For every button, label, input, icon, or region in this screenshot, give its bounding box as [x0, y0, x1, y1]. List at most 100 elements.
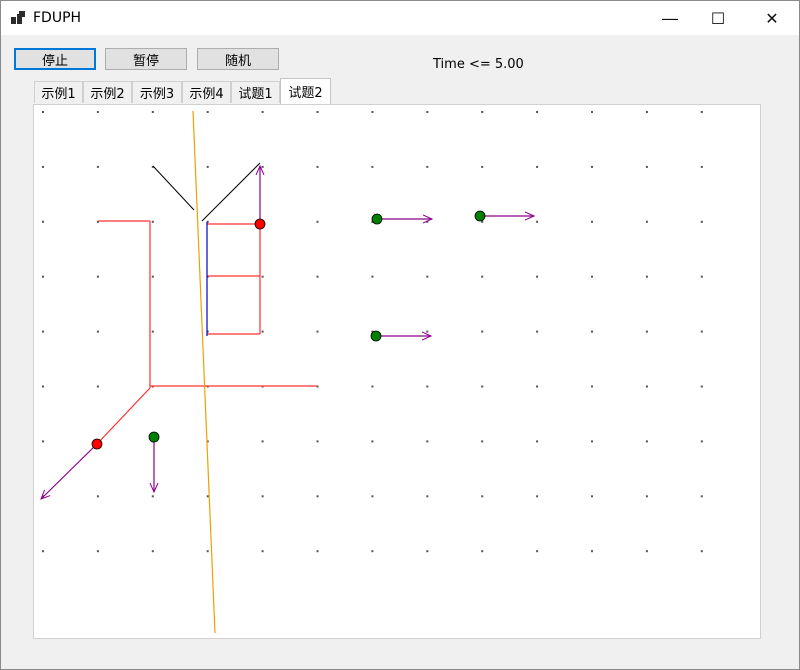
grid-dot [536, 440, 539, 443]
simulation-drawing [34, 110, 703, 634]
maximize-icon[interactable]: ☐ [695, 1, 741, 35]
grid-dot [591, 440, 593, 443]
grid-dot [591, 495, 593, 498]
grid-dot [536, 550, 539, 553]
velocity-vectors [41, 166, 534, 499]
close-icon[interactable]: ✕ [749, 1, 795, 35]
grid-dot [536, 275, 539, 278]
grid-dot [481, 385, 484, 388]
grid-dot [261, 330, 264, 333]
grid-dot [316, 111, 319, 113]
stop-button[interactable]: 停止 [14, 48, 96, 70]
red-ball [91, 438, 103, 450]
grid-dot [316, 220, 319, 223]
green-ball [148, 431, 160, 443]
grid-dot [261, 550, 264, 553]
grid-dot [316, 440, 319, 443]
title-bar: FDUPH ― ☐ ✕ [1, 1, 799, 35]
simulation-canvas[interactable] [33, 104, 761, 639]
grid-dot [700, 330, 703, 333]
grid-dot [536, 330, 539, 333]
grid-dot [371, 385, 374, 388]
grid-dot [96, 385, 99, 388]
green-ball [371, 213, 383, 225]
grid-dot [591, 385, 593, 388]
window-title: FDUPH [33, 10, 82, 26]
grid-dot [700, 385, 703, 388]
app-icon [11, 11, 25, 25]
grid-dot [42, 385, 44, 388]
grid-dot [700, 220, 703, 223]
grid-dot [96, 111, 99, 113]
app-window: FDUPH ― ☐ ✕ 停止 暂停 随机 Time <= 5.00 示例1 示例… [0, 0, 800, 670]
grid-dot [371, 165, 374, 168]
vector-arrow [41, 443, 98, 499]
grid-dot [481, 111, 484, 113]
grid-dot [261, 275, 264, 278]
grid-dot [261, 440, 264, 443]
grid-dot [481, 440, 484, 443]
grid-dot [96, 275, 99, 278]
tab-example-3[interactable]: 示例3 [132, 81, 182, 103]
grid-dot [591, 330, 593, 333]
grid-dot [261, 111, 264, 113]
grid-dot [261, 165, 264, 168]
grid-dot [591, 165, 593, 168]
grid-dot [151, 275, 154, 278]
grid-dot [42, 550, 44, 553]
grid-dot [42, 165, 44, 168]
black-line-left [152, 165, 195, 211]
grid-dot [316, 330, 319, 333]
grid-dot [481, 165, 484, 168]
grid-dot [426, 330, 429, 333]
grid-dot [591, 550, 593, 553]
grid-dot [645, 111, 648, 113]
grid-dot [371, 440, 374, 443]
tab-problem-1[interactable]: 试题1 [231, 81, 280, 103]
grid-dot [206, 495, 209, 498]
grid-dot [42, 275, 44, 278]
grid-dot [591, 275, 593, 278]
green-ball [474, 210, 486, 222]
grid-dot [700, 495, 703, 498]
grid-dot [151, 220, 154, 223]
grid-dot [481, 550, 484, 553]
tab-problem-2[interactable]: 试题2 [280, 78, 331, 104]
grid-dot [426, 220, 429, 223]
grid-dot [426, 111, 429, 113]
grid-dot [261, 495, 264, 498]
grid-dot [206, 111, 209, 113]
grid-dot [700, 275, 703, 278]
red-wall-diagonal [96, 387, 151, 445]
grid-dot [536, 385, 539, 388]
grid-dot [481, 330, 484, 333]
grid-dot [591, 220, 593, 223]
tab-example-1[interactable]: 示例1 [34, 81, 83, 103]
grid-dot [700, 165, 703, 168]
tab-example-4[interactable]: 示例4 [182, 81, 231, 103]
grid-dot [645, 220, 648, 223]
grid-dot [42, 111, 44, 113]
grid-dot [371, 495, 374, 498]
grid-dot [151, 495, 154, 498]
grid-dot [645, 550, 648, 553]
grid-dot [151, 111, 154, 113]
grid-dot [536, 111, 539, 113]
grid-dot [96, 330, 99, 333]
pause-button[interactable]: 暂停 [105, 48, 187, 70]
grid-dot [481, 275, 484, 278]
orange-line [192, 110, 216, 634]
random-button[interactable]: 随机 [197, 48, 279, 70]
minimize-icon[interactable]: ― [647, 1, 693, 35]
grid-dot [371, 550, 374, 553]
grid-dot [645, 385, 648, 388]
grid-dot [426, 440, 429, 443]
tab-example-2[interactable]: 示例2 [83, 81, 132, 103]
grid-dot [536, 495, 539, 498]
grid-dot [151, 550, 154, 553]
grid-dot [645, 165, 648, 168]
grid-dot [426, 495, 429, 498]
grid-dot [591, 111, 593, 113]
time-label: Time <= 5.00 [433, 57, 524, 72]
grid-dot [645, 275, 648, 278]
